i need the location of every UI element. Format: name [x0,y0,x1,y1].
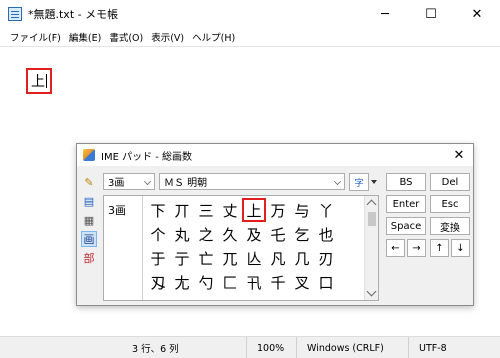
ime-title: IME パッド - 総画数 [101,151,193,163]
kanji-cell[interactable]: 亾 [242,246,266,270]
menu-edit[interactable]: 編集(E) [65,30,105,44]
kanji-cell[interactable]: 下 [146,198,170,222]
window-controls: ─ ☐ ✕ [362,0,500,28]
menu-format[interactable]: 書式(O) [105,30,147,44]
encoding: UTF-8 [408,337,500,358]
arrow-left-button[interactable]: ← [386,239,405,257]
menu-file[interactable]: ファイル(F) [6,30,65,44]
typed-text-highlight: 上 [26,68,52,94]
view-toggle-dropdown-icon[interactable] [371,180,377,184]
kanji-cell[interactable]: 及 [242,222,266,246]
zoom-level: 100% [246,337,296,358]
chevron-down-icon [144,178,151,185]
view-toggle-button[interactable]: 字 [349,173,369,191]
stroke-count-select[interactable]: 3画 [103,173,155,190]
kanji-cell-selected[interactable]: 上 [242,198,266,222]
minimize-button[interactable]: ─ [362,0,408,28]
ime-mode-sidebar: ✎ ▤ ▦ 画 部 [81,174,99,269]
divider [142,196,143,300]
kanji-cell[interactable]: 万 [266,198,290,222]
kanji-cell[interactable]: 凡 [266,246,290,270]
ime-close-button[interactable]: ✕ [451,147,467,163]
kanji-grid-area: 3画 下丌三丈上万与丫个丸之久及乇乞也于亍亡兀亾凡几刃刄尢勺匚卂千叉口 [103,195,379,301]
arrow-up-button[interactable]: ↑ [430,239,449,257]
kanji-cell[interactable]: 几 [290,246,314,270]
kanji-cell[interactable]: 之 [194,222,218,246]
kanji-cell[interactable]: 丌 [170,198,194,222]
kanji-cell[interactable]: 久 [218,222,242,246]
stroke-count-icon[interactable]: 画 [81,231,97,247]
kanji-cell[interactable]: 勺 [194,270,218,294]
kanji-cell[interactable]: 个 [146,222,170,246]
kanji-cell[interactable]: 刃 [314,246,338,270]
kanji-cell[interactable]: 卂 [242,270,266,294]
arrow-down-button[interactable]: ↓ [451,239,470,257]
scroll-up-icon[interactable] [366,199,377,210]
text-cursor [46,74,47,88]
kanji-cell[interactable]: 口 [314,270,338,294]
scroll-thumb[interactable] [368,212,376,226]
status-bar: 3 行、6 列 100% Windows (CRLF) UTF-8 [0,336,500,358]
kanji-cell[interactable]: 也 [314,222,338,246]
ime-title-bar: IME パッド - 総画数 ✕ [77,144,473,166]
kanji-cell[interactable]: 兀 [218,246,242,270]
kanji-cell[interactable]: 亡 [194,246,218,270]
font-select[interactable]: ＭＳ 明朝 [159,173,345,190]
menu-view[interactable]: 表示(V) [147,30,188,44]
scroll-down-icon[interactable] [366,286,377,297]
kanji-cell[interactable]: 匚 [218,270,242,294]
title-bar: *無題.txt - メモ帳 ─ ☐ ✕ [0,0,500,28]
kanji-scrollbar[interactable] [364,196,378,300]
kanji-cell[interactable]: 丈 [218,198,242,222]
window-title: *無題.txt - メモ帳 [28,8,119,21]
kanji-cell[interactable]: 乇 [266,222,290,246]
kanji-cell[interactable]: 刄 [146,270,170,294]
kanji-cell[interactable]: 叉 [290,270,314,294]
typed-text: 上 [31,74,45,90]
kanji-cell[interactable]: 尢 [170,270,194,294]
menu-help[interactable]: ヘルプ(H) [188,30,239,44]
menu-bar: ファイル(F) 編集(E) 書式(O) 表示(V) ヘルプ(H) [0,28,500,46]
convert-button[interactable]: 変換 [430,217,470,235]
chevron-down-icon [334,178,341,185]
radical-icon[interactable]: 部 [81,250,97,266]
soft-keyboard-icon[interactable]: ▦ [81,212,97,228]
del-button[interactable]: Del [430,173,470,191]
handwriting-icon[interactable]: ✎ [81,174,97,190]
kanji-cell[interactable]: 丸 [170,222,194,246]
stroke-count-value: 3画 [108,178,125,189]
close-button[interactable]: ✕ [454,0,500,28]
kanji-cell[interactable]: 千 [266,270,290,294]
enter-button[interactable]: Enter [386,195,426,213]
kanji-cell[interactable]: 与 [290,198,314,222]
kanji-grid: 下丌三丈上万与丫个丸之久及乇乞也于亍亡兀亾凡几刃刄尢勺匚卂千叉口 [146,198,338,294]
kanji-cell[interactable]: 三 [194,198,218,222]
ime-pad-window: IME パッド - 総画数 ✕ ✎ ▤ ▦ 画 部 3画 ＭＳ 明朝 字 3画 … [76,143,474,306]
font-value: ＭＳ 明朝 [164,178,208,189]
kanji-cell[interactable]: 于 [146,246,170,270]
bs-button[interactable]: BS [386,173,426,191]
kanji-cell[interactable]: 丫 [314,198,338,222]
space-button[interactable]: Space [386,217,426,235]
kanji-cell[interactable]: 乞 [290,222,314,246]
character-list-icon[interactable]: ▤ [81,193,97,209]
kanji-cell[interactable]: 亍 [170,246,194,270]
arrow-right-button[interactable]: → [407,239,426,257]
line-ending: Windows (CRLF) [296,337,408,358]
ime-pad-icon [83,149,95,161]
stroke-group-label: 3画 [108,204,126,217]
maximize-button[interactable]: ☐ [408,0,454,28]
esc-button[interactable]: Esc [430,195,470,213]
notepad-icon [8,7,22,21]
cursor-position: 3 行、6 列 [132,344,179,355]
